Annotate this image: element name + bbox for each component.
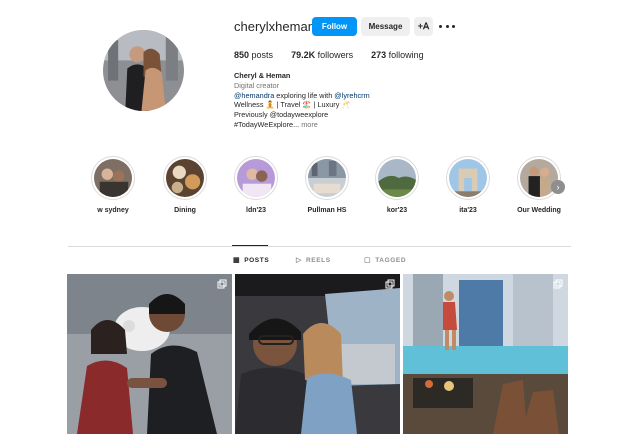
highlight-kor23[interactable]: kor'23 — [367, 156, 427, 214]
active-tab-indicator — [232, 245, 268, 246]
display-name: Cheryl & Heman — [234, 71, 291, 80]
highlight-label: ldn'23 — [246, 207, 266, 214]
profile-bio: Cheryl & Heman Digital creator @hemandra… — [234, 71, 370, 130]
highlight-label: ita'23 — [459, 207, 477, 214]
following-stat[interactable]: 273 following — [371, 50, 424, 60]
post-image — [67, 274, 232, 434]
highlight-label: kor'23 — [386, 207, 408, 214]
profile-category: Digital creator — [234, 80, 280, 90]
add-user-icon: +𝖠 — [417, 21, 430, 31]
highlight-ita23[interactable]: ita'23 — [438, 156, 498, 214]
highlight-dining[interactable]: Dining — [155, 156, 215, 214]
profile-stats: 850 posts 79.2K followers 273 following — [234, 50, 424, 60]
highlight-cover — [94, 159, 132, 197]
highlight-label: Dining — [174, 207, 196, 214]
dot-icon — [445, 24, 449, 28]
profile-photo — [103, 30, 184, 111]
highlight-ldn23[interactable]: ldn'23 — [226, 156, 286, 214]
mention-link[interactable]: @lyrehcrm — [334, 91, 369, 100]
highlight-cover — [449, 159, 487, 197]
more-link[interactable]: more — [299, 120, 318, 129]
profile-username: cherylxheman — [234, 19, 315, 34]
tab-posts[interactable]: ▦ POSTS — [233, 256, 270, 265]
posts-stat: 850 posts — [234, 50, 273, 60]
post-thumbnail[interactable] — [235, 274, 400, 434]
highlights-next-button[interactable]: › — [551, 180, 565, 194]
story-highlights: w sydney Dining ldn'23 Pullman HS kor'23… — [88, 156, 568, 220]
highlight-label: w sydney — [97, 207, 129, 214]
grid-icon: ▦ — [233, 257, 241, 264]
following-count: 273 — [371, 50, 387, 60]
more-options-button[interactable] — [439, 20, 455, 32]
highlight-pullman-hs[interactable]: Pullman HS — [297, 156, 357, 214]
tab-label: REELS — [305, 256, 331, 264]
posts-label: posts — [251, 50, 274, 60]
reels-icon: ▷ — [296, 257, 302, 264]
highlight-cover — [166, 159, 204, 197]
followers-label: followers — [317, 50, 354, 60]
bio-line-3: Previously @todayweexplore — [234, 110, 329, 120]
carousel-icon — [217, 279, 227, 289]
post-image — [403, 274, 568, 434]
post-thumbnail[interactable] — [67, 274, 232, 434]
tab-reels[interactable]: ▷ REELS — [296, 256, 331, 265]
highlight-cover — [378, 159, 416, 197]
posts-count: 850 — [234, 50, 250, 60]
highlight-label: Our Wedding — [517, 207, 561, 214]
tabs-divider — [68, 246, 571, 247]
tab-label: TAGGED — [375, 256, 407, 264]
carousel-icon — [553, 279, 563, 289]
profile-avatar[interactable] — [103, 30, 184, 111]
add-user-button[interactable]: +𝖠 — [414, 17, 433, 36]
highlight-label: Pullman HS — [307, 207, 347, 214]
dot-icon — [452, 24, 455, 28]
carousel-icon — [385, 279, 395, 289]
dot-icon — [439, 24, 442, 28]
followers-count: 79.2K — [291, 50, 316, 60]
highlight-w-sydney[interactable]: w sydney — [83, 156, 143, 214]
tab-label: POSTS — [244, 256, 270, 264]
bio-line-2: Wellness 🧘 | Travel 🏖️ | Luxury 🥂 — [234, 100, 351, 110]
following-label: following — [388, 50, 424, 60]
bio-text: exploring life with — [274, 90, 335, 100]
post-image — [235, 274, 400, 434]
mention-link[interactable]: @hemandra — [234, 91, 274, 100]
highlight-cover — [308, 159, 346, 197]
bio-line-1: @hemandra exploring life with @lyrehcrm — [234, 91, 370, 101]
chevron-right-icon: › — [556, 182, 560, 192]
tagged-icon: ▢ — [364, 257, 372, 264]
highlight-cover — [237, 159, 275, 197]
followers-stat[interactable]: 79.2K followers — [291, 50, 353, 60]
message-button[interactable]: Message — [361, 17, 410, 36]
tab-tagged[interactable]: ▢ TAGGED — [364, 256, 407, 265]
bio-line-4: #TodayWeExplore... more — [234, 120, 370, 130]
follow-button[interactable]: Follow — [312, 17, 357, 36]
post-thumbnail[interactable] — [403, 274, 568, 434]
hashtag[interactable]: #TodayWeExplore... — [234, 120, 299, 129]
